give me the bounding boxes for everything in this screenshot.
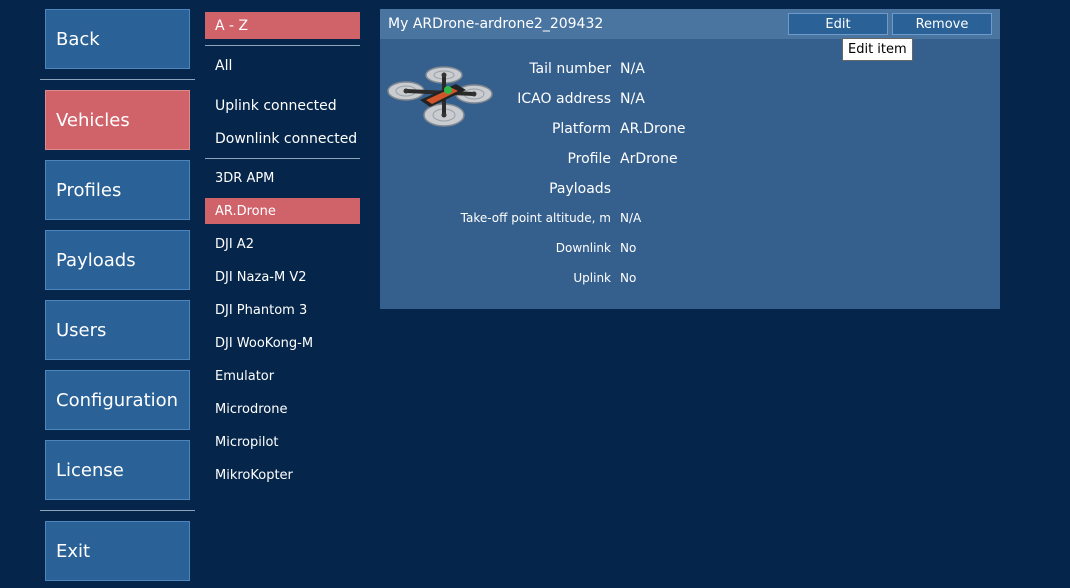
filter-divider — [205, 158, 360, 159]
filter-divider — [205, 45, 360, 46]
platform-item[interactable]: 3DR APM — [205, 165, 360, 191]
field-label: Downlink — [555, 241, 611, 255]
field-value: ArDrone — [620, 151, 678, 167]
edit-button[interactable]: Edit — [788, 13, 888, 35]
field-label: Tail number — [529, 61, 611, 77]
field-value: AR.Drone — [620, 121, 686, 137]
platform-item[interactable]: Emulator — [205, 363, 360, 389]
edit-tooltip: Edit item — [842, 38, 913, 61]
field-value: No — [620, 271, 637, 285]
nav-license-button[interactable]: License — [45, 440, 190, 500]
sort-az-button[interactable]: A - Z — [205, 12, 360, 39]
nav-payloads-button[interactable]: Payloads — [45, 230, 190, 290]
nav-users-button[interactable]: Users — [45, 300, 190, 360]
platform-item[interactable]: MikroKopter — [205, 462, 360, 488]
vehicle-title: My ARDrone-ardrone2_209432 — [388, 16, 604, 32]
filter-item-downlink-connected[interactable]: Downlink connected — [205, 126, 360, 152]
platform-item-selected[interactable]: AR.Drone — [205, 198, 360, 224]
remove-button[interactable]: Remove — [892, 13, 992, 35]
field-uplink: Uplink No — [380, 271, 1000, 291]
platform-item[interactable]: DJI Naza-M V2 — [205, 264, 360, 290]
field-label: Payloads — [549, 181, 611, 197]
field-label: Profile — [567, 151, 611, 167]
filter-item-all[interactable]: All — [205, 53, 360, 79]
filter-item-uplink-connected[interactable]: Uplink connected — [205, 93, 360, 119]
exit-button[interactable]: Exit — [45, 521, 190, 581]
field-value: No — [620, 241, 637, 255]
nav-configuration-button[interactable]: Configuration — [45, 370, 190, 430]
field-payloads: Payloads — [380, 181, 1000, 201]
vehicle-header: My ARDrone-ardrone2_209432 Edit Remove — [380, 9, 1000, 39]
field-icao-address: ICAO address N/A — [380, 91, 1000, 111]
field-value: N/A — [620, 61, 645, 77]
field-label: Take-off point altitude, m — [460, 211, 611, 225]
field-takeoff-altitude: Take-off point altitude, m N/A — [380, 211, 1000, 231]
field-value: N/A — [620, 211, 642, 225]
nav-divider — [40, 79, 195, 80]
field-label: ICAO address — [517, 91, 611, 107]
platform-item[interactable]: DJI A2 — [205, 231, 360, 257]
field-label: Uplink — [573, 271, 611, 285]
nav-vehicles-button[interactable]: Vehicles — [45, 90, 190, 150]
platform-item[interactable]: Micropilot — [205, 429, 360, 455]
platform-item[interactable]: Microdrone — [205, 396, 360, 422]
field-downlink: Downlink No — [380, 241, 1000, 261]
field-label: Platform — [551, 121, 611, 137]
nav-divider — [40, 510, 195, 511]
field-profile: Profile ArDrone — [380, 151, 1000, 171]
field-tail-number: Tail number N/A — [380, 61, 1000, 81]
back-button[interactable]: Back — [45, 9, 190, 69]
field-platform: Platform AR.Drone — [380, 121, 1000, 141]
nav-profiles-button[interactable]: Profiles — [45, 160, 190, 220]
platform-item[interactable]: DJI WooKong-M — [205, 330, 360, 356]
field-value: N/A — [620, 91, 645, 107]
platform-item[interactable]: DJI Phantom 3 — [205, 297, 360, 323]
